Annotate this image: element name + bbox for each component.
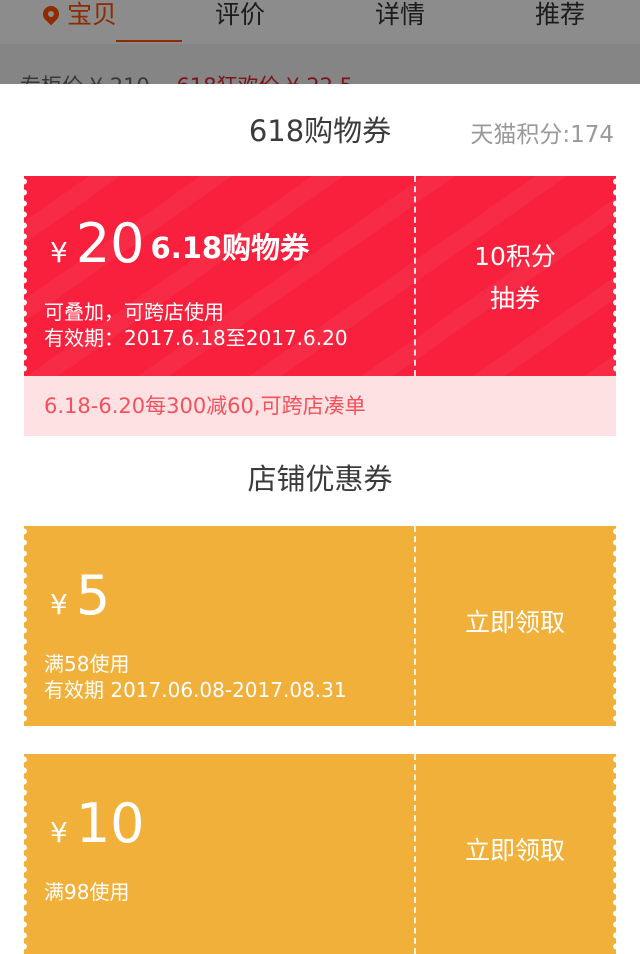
- coupon-brand: 6.18购物券: [150, 231, 310, 265]
- coupon-validity: 有效期：2017.6.18至2017.6.20: [44, 326, 348, 350]
- coupon-usage: 可叠加，可跨店使用: [44, 300, 224, 324]
- draw-coupon-button[interactable]: 10积分 抽券: [414, 236, 616, 320]
- coupon-note: 6.18-6.20每300减60,可跨店凑单: [24, 376, 616, 436]
- coupon-618[interactable]: ¥20 6.18购物券 可叠加，可跨店使用 有效期：2017.6.18至2017.…: [24, 176, 616, 376]
- coupon-value: 10: [75, 792, 145, 855]
- coupon-amount: ¥20 6.18购物券: [50, 214, 309, 274]
- coupon-edge: [24, 754, 30, 954]
- coupon-edge: [24, 526, 30, 726]
- coupon-condition: 满58使用: [44, 652, 130, 676]
- currency-symbol: ¥: [50, 236, 68, 269]
- coupon-edge: [24, 176, 30, 376]
- draw-cost: 10积分: [474, 242, 556, 271]
- coupon-validity: 有效期 2017.06.08-2017.08.31: [44, 678, 347, 702]
- shop-coupon[interactable]: ¥10 满98使用 立即领取: [24, 754, 616, 954]
- coupon-condition: 满98使用: [44, 880, 130, 904]
- coupon-value: 5: [75, 564, 111, 627]
- coupon-sheet: 618购物券 天猫积分:174 ¥20 6.18购物券 可叠加，可跨店使用 有效期…: [0, 84, 640, 954]
- tmall-points: 天猫积分:174: [470, 122, 614, 148]
- claim-button[interactable]: 立即领取: [414, 602, 616, 644]
- draw-label: 抽券: [489, 284, 540, 313]
- claim-button[interactable]: 立即领取: [414, 830, 616, 872]
- shop-coupon[interactable]: ¥5 满58使用 有效期 2017.06.08-2017.08.31 立即领取: [24, 526, 616, 726]
- coupon-amount: ¥5: [50, 566, 110, 626]
- section-title: 店铺优惠券: [247, 462, 393, 496]
- coupon-amount: ¥10: [50, 794, 145, 854]
- currency-symbol: ¥: [50, 816, 68, 849]
- coupon-value: 20: [75, 212, 145, 275]
- currency-symbol: ¥: [50, 588, 68, 621]
